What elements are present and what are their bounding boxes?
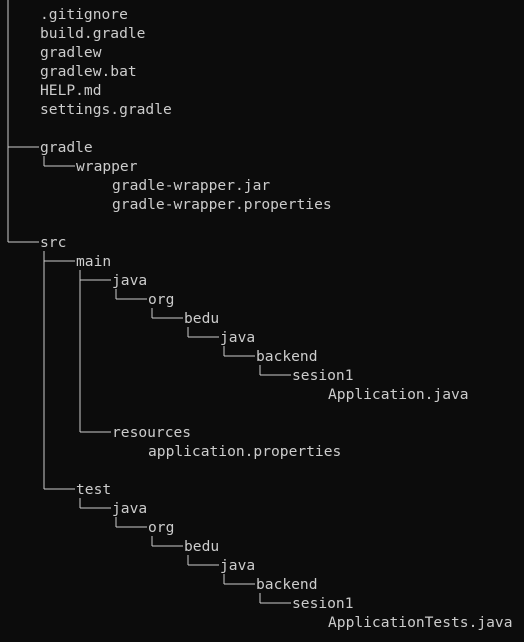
tree-folder-entry[interactable]: org [148, 290, 174, 309]
tree-folder-entry[interactable]: java [112, 271, 147, 290]
tree-folder-entry[interactable]: src [40, 233, 66, 252]
tree-file-entry[interactable]: gradlew.bat [40, 62, 137, 81]
tree-file-entry[interactable]: .gitignore [40, 5, 128, 24]
tree-file-entry[interactable]: build.gradle [40, 24, 145, 43]
tree-folder-entry[interactable]: sesion1 [292, 594, 354, 613]
tree-folder-entry[interactable]: bedu [184, 537, 219, 556]
tree-folder-entry[interactable]: org [148, 518, 174, 537]
terminal-window: .gitignore build.gradle gradlew gradlew.bat… [0, 0, 524, 642]
tree-folder-entry[interactable]: java [112, 499, 147, 518]
tree-file-entry[interactable]: gradle-wrapper.properties [112, 195, 332, 214]
tree-folder-entry[interactable]: gradle [40, 138, 93, 157]
tree-file-entry[interactable]: application.properties [148, 442, 341, 461]
tree-folder-entry[interactable]: wrapper [76, 157, 138, 176]
tree-folder-entry[interactable]: bedu [184, 309, 219, 328]
tree-file-entry[interactable]: settings.gradle [40, 100, 172, 119]
tree-folder-entry[interactable]: backend [256, 347, 318, 366]
tree-file-entry[interactable]: Application.java [328, 385, 469, 404]
tree-file-entry[interactable]: gradle-wrapper.jar [112, 176, 270, 195]
tree-folder-entry[interactable]: java [220, 328, 255, 347]
tree-file-entry[interactable]: gradlew [40, 43, 102, 62]
tree-folder-entry[interactable]: sesion1 [292, 366, 354, 385]
tree-file-entry[interactable]: ApplicationTests.java [328, 613, 513, 632]
tree-file-entry[interactable]: HELP.md [40, 81, 102, 100]
tree-folder-entry[interactable]: main [76, 252, 111, 271]
tree-folder-entry[interactable]: java [220, 556, 255, 575]
tree-folder-entry[interactable]: backend [256, 575, 318, 594]
tree-folder-entry[interactable]: resources [112, 423, 191, 442]
tree-folder-entry[interactable]: test [76, 480, 111, 499]
